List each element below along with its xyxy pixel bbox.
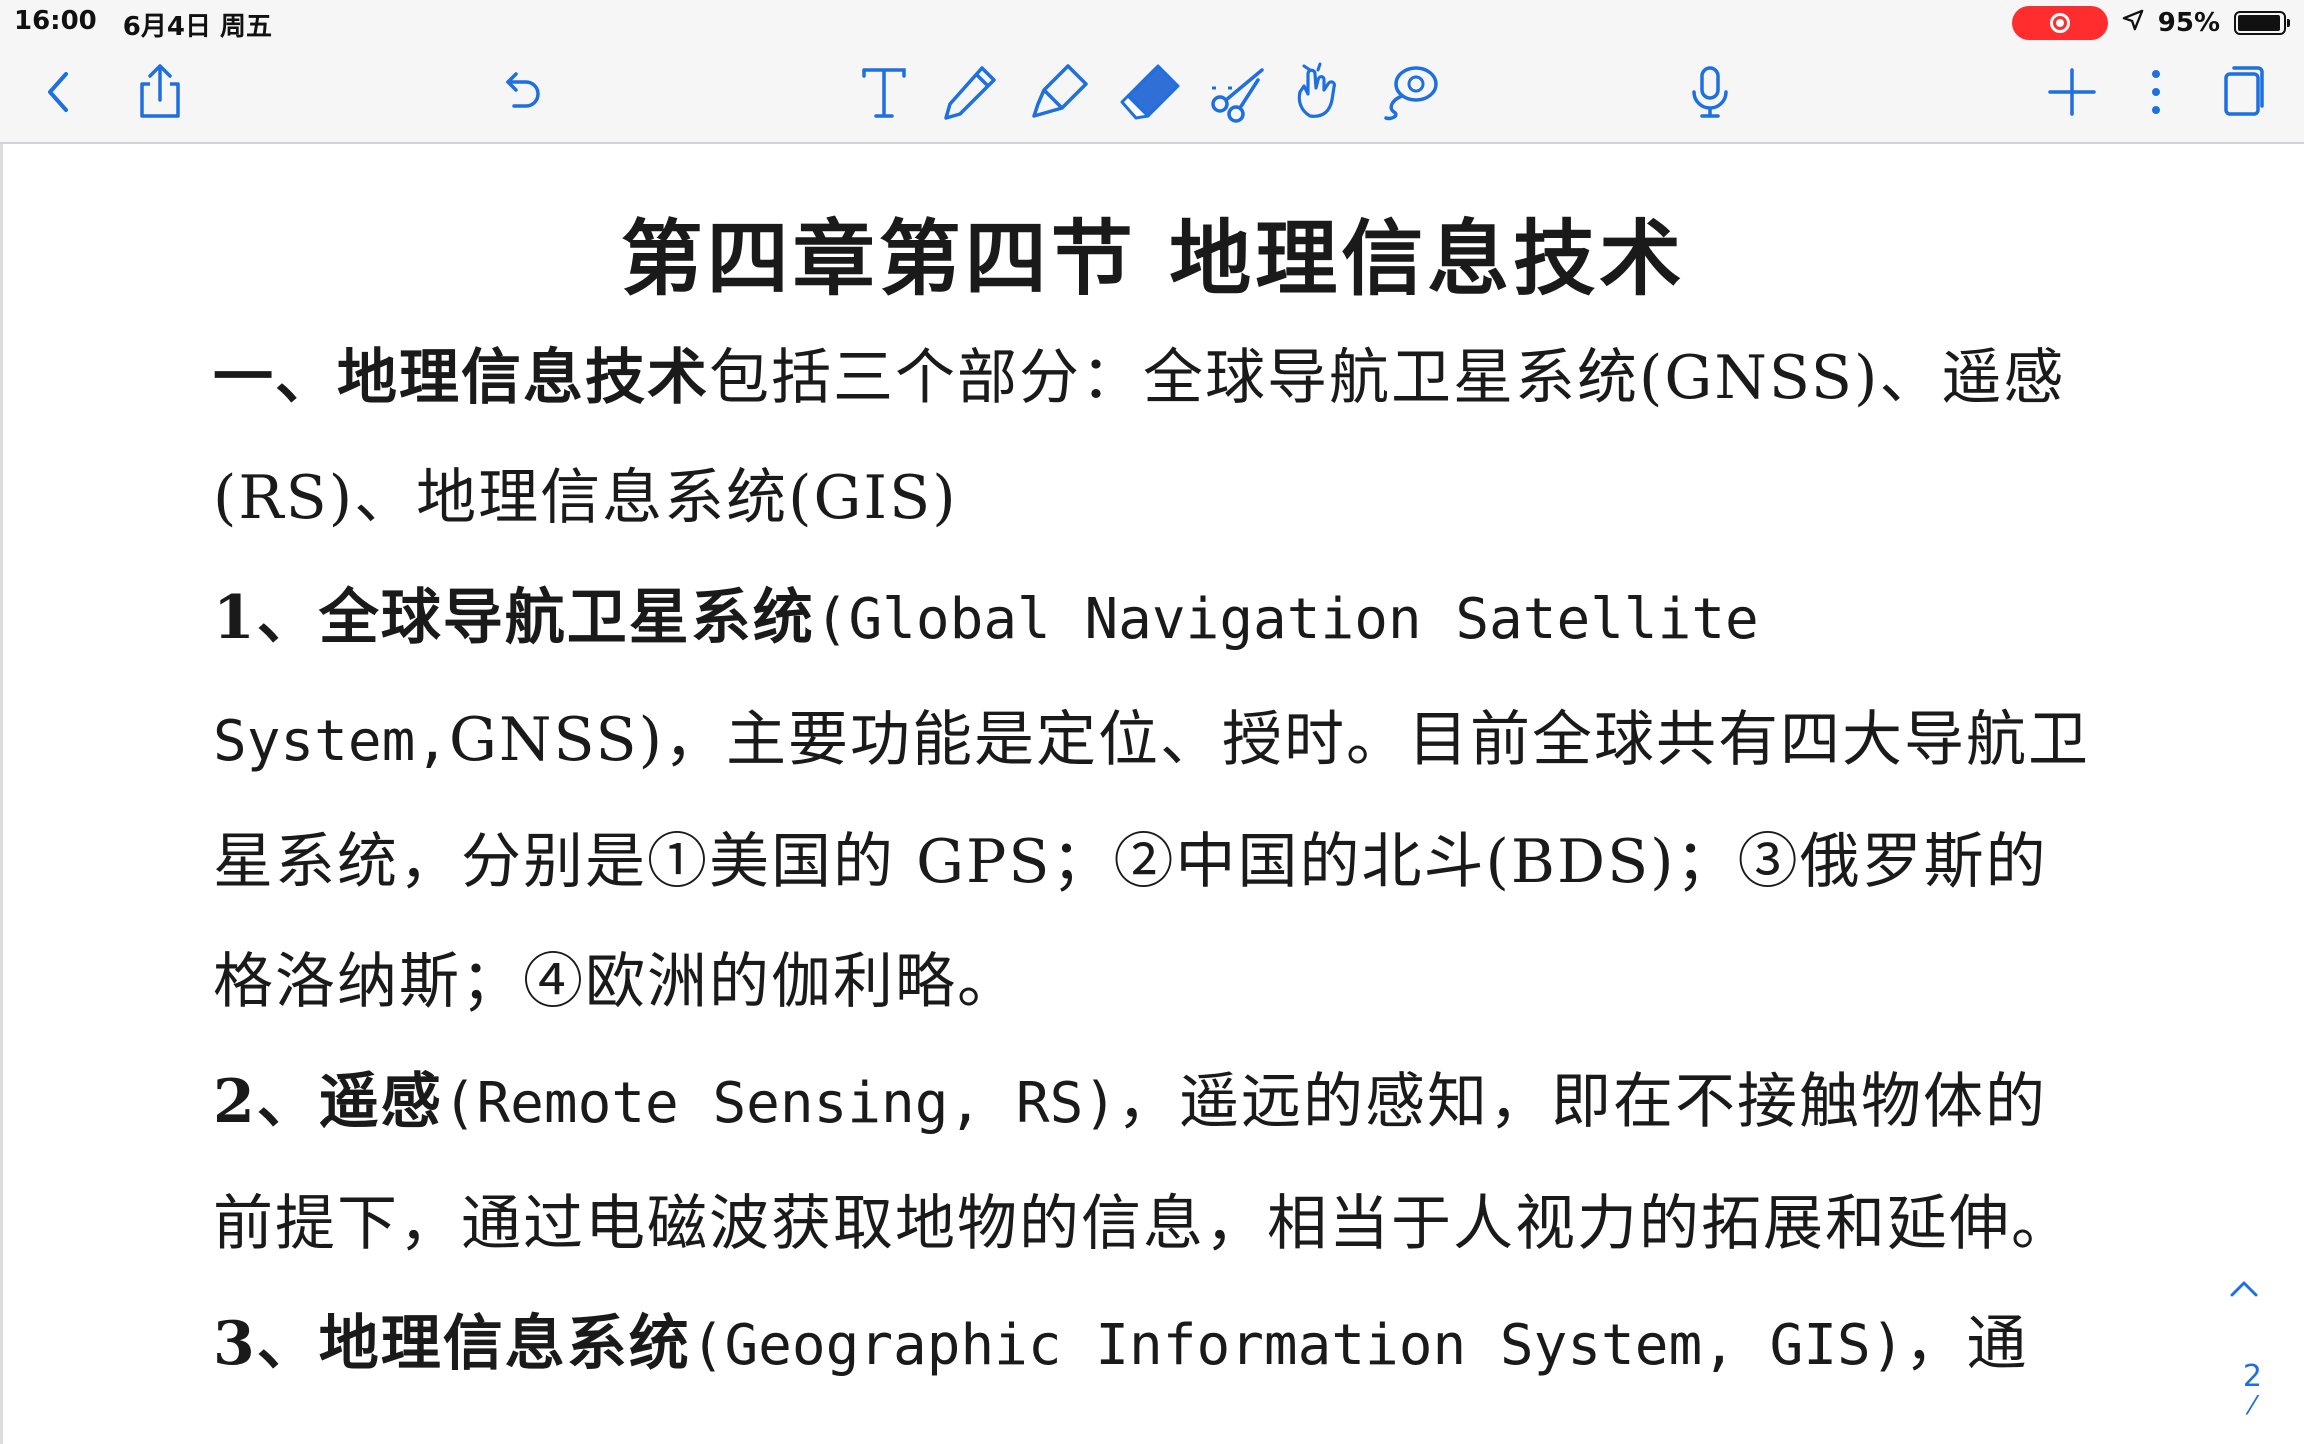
pen-tool-icon [944, 66, 996, 120]
eraser-tool-icon [1120, 64, 1180, 120]
paragraph-gnss: 1、全球导航卫星系统(Global Navigation Satellite S… [213, 558, 2093, 1042]
document-content: 第四章第四节 地理信息技术 一、地理信息技术包括三个部分：全球导航卫星系统(GN… [213, 204, 2113, 1406]
hand-pointer-icon [1297, 62, 1336, 118]
status-right: 95% [2011, 6, 2290, 40]
eraser-tool-button[interactable] [1112, 54, 1188, 130]
pen-tool-button[interactable] [932, 54, 1008, 130]
share-button[interactable] [122, 54, 198, 130]
undo-icon [506, 72, 540, 108]
page-indicator[interactable]: 2 ⁄ [2242, 1359, 2262, 1421]
gis-english-name: (Geographic Information System, GIS) [690, 1313, 1905, 1378]
screen-recording-indicator[interactable] [2011, 6, 2108, 40]
share-icon [140, 64, 180, 118]
back-button[interactable] [22, 54, 98, 130]
lasso-tool-icon [1384, 66, 1438, 121]
gnss-heading: 1、全球导航卫星系统 [213, 583, 815, 653]
page-title: 第四章第四节 地理信息技术 [620, 211, 1686, 307]
undo-button[interactable] [482, 54, 558, 130]
page-number: 2 [2242, 1359, 2262, 1394]
page-divider-icon: ⁄ [2250, 1391, 2255, 1421]
rs-english-name: (Remote Sensing, RS) [442, 1071, 1118, 1136]
highlighter-tool-button[interactable] [1022, 54, 1098, 130]
status-date: 6月4日 周五 [122, 12, 272, 42]
hand-tool-button[interactable] [1284, 54, 1360, 130]
text-tool-button[interactable] [846, 54, 922, 130]
gnss-text: GNSS)，主要功能是定位、授时。目前全球共有四大导航卫星系统，分别是①美国的 … [213, 705, 2091, 1017]
paragraph-intro: 一、地理信息技术包括三个部分：全球导航卫星系统(GNSS)、遥感(RS)、地理信… [213, 318, 2093, 558]
paragraph-rs: 2、遥感(Remote Sensing, RS)，遥远的感知，即在不接触物体的前… [213, 1042, 2093, 1284]
scissors-tool-button[interactable] [1200, 54, 1276, 130]
more-icon [2152, 70, 2160, 114]
microphone-icon [1692, 66, 1728, 118]
add-page-button[interactable] [2034, 54, 2110, 130]
record-icon [2049, 13, 2070, 33]
paragraph-gis: 3、地理信息系统(Geographic Information System, … [213, 1284, 2093, 1406]
lasso-scissors-icon [1211, 68, 1264, 123]
chevron-up-icon [2230, 1281, 2258, 1297]
microphone-button[interactable] [1672, 54, 1748, 130]
pages-button[interactable] [2206, 54, 2282, 130]
status-time: 16:00 [14, 6, 97, 36]
gis-text: ，通 [1904, 1309, 2029, 1379]
battery-percent: 95% [2157, 8, 2220, 38]
back-chevron-icon [48, 72, 68, 112]
battery-level-fill [2238, 15, 2280, 31]
add-icon [2048, 68, 2096, 116]
highlighter-tool-icon [1032, 64, 1088, 118]
scroll-up-button[interactable] [2224, 1269, 2264, 1309]
more-options-button[interactable] [2118, 54, 2194, 130]
status-bar: 16:00 6月4日 周五 95% [0, 0, 2304, 44]
gis-heading: 3、地理信息系统 [213, 1309, 691, 1379]
lasso-tool-button[interactable] [1372, 54, 1448, 130]
status-left: 16:00 6月4日 周五 [14, 6, 272, 43]
notes-toolbar [0, 44, 2304, 144]
battery-icon [2234, 11, 2290, 35]
text-tool-icon [862, 68, 906, 118]
location-arrow-icon [2122, 8, 2144, 38]
intro-heading: 一、地理信息技术 [213, 343, 709, 413]
note-page[interactable]: 第四章第四节 地理信息技术 一、地理信息技术包括三个部分：全球导航卫星系统(GN… [0, 144, 2304, 1444]
pages-icon [2224, 66, 2264, 116]
rs-heading: 2、遥感 [213, 1067, 443, 1137]
